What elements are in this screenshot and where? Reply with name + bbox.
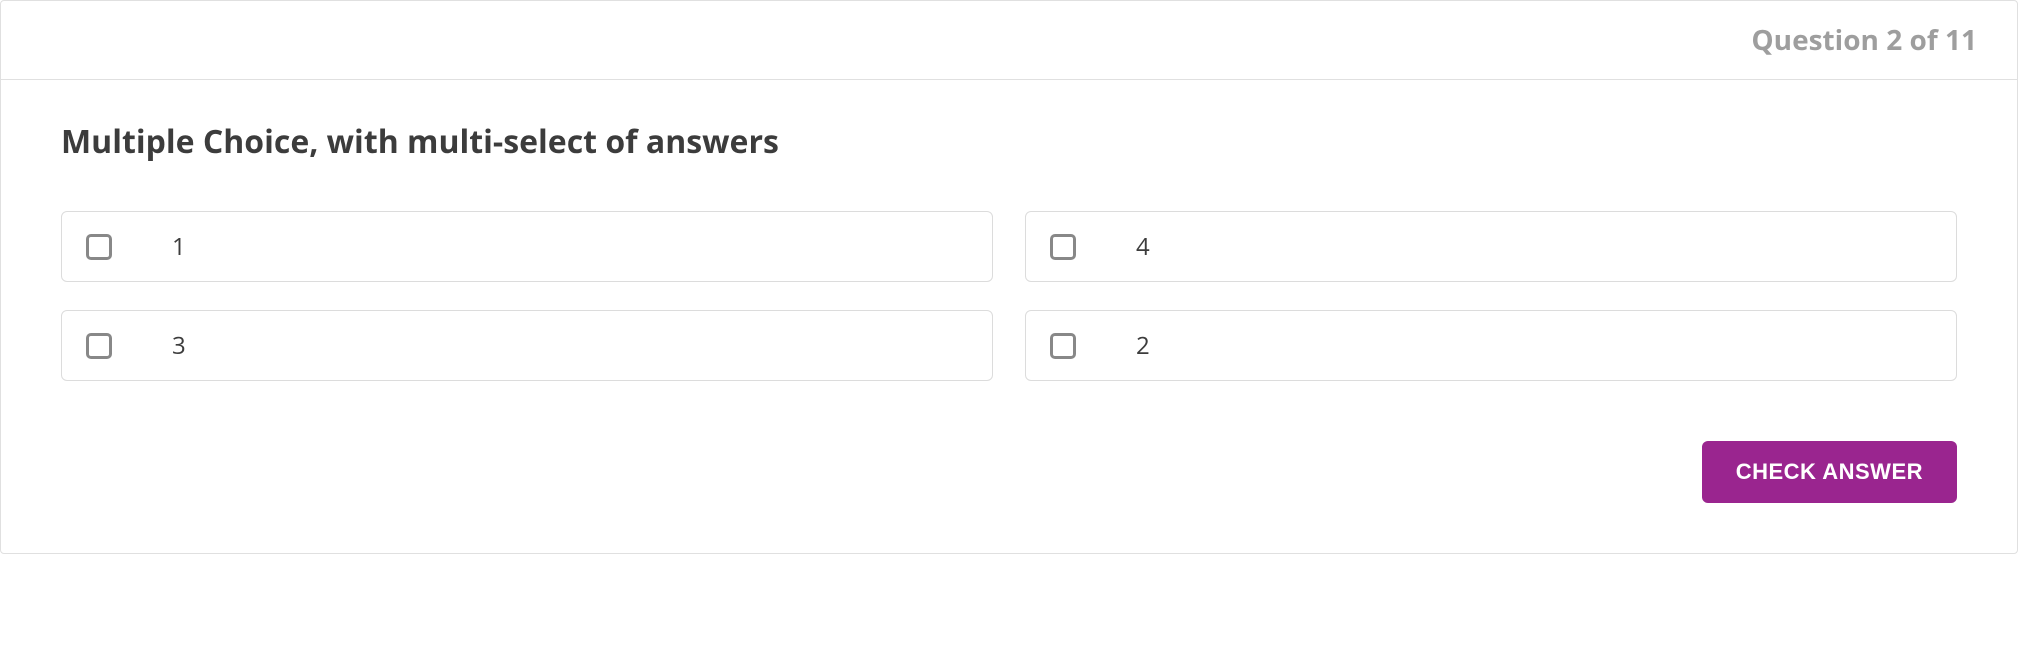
question-card: Question 2 of 11 Multiple Choice, with m… (0, 0, 2018, 554)
option-label: 3 (172, 329, 186, 362)
checkbox-icon[interactable] (1050, 333, 1076, 359)
question-text: Multiple Choice, with multi-select of an… (61, 120, 1957, 163)
card-body: Multiple Choice, with multi-select of an… (1, 80, 2017, 553)
checkbox-icon[interactable] (86, 333, 112, 359)
question-counter: Question 2 of 11 (1751, 21, 1977, 59)
card-header: Question 2 of 11 (1, 1, 2017, 80)
checkbox-icon[interactable] (1050, 234, 1076, 260)
card-footer: CHECK ANSWER (61, 441, 1957, 503)
option-3[interactable]: 3 (61, 310, 993, 381)
option-label: 1 (172, 230, 186, 263)
checkbox-icon[interactable] (86, 234, 112, 260)
options-grid: 1 4 3 2 (61, 211, 1957, 381)
option-label: 2 (1136, 329, 1150, 362)
option-2[interactable]: 2 (1025, 310, 1957, 381)
option-4[interactable]: 4 (1025, 211, 1957, 282)
option-label: 4 (1136, 230, 1150, 263)
option-1[interactable]: 1 (61, 211, 993, 282)
check-answer-button[interactable]: CHECK ANSWER (1702, 441, 1957, 503)
